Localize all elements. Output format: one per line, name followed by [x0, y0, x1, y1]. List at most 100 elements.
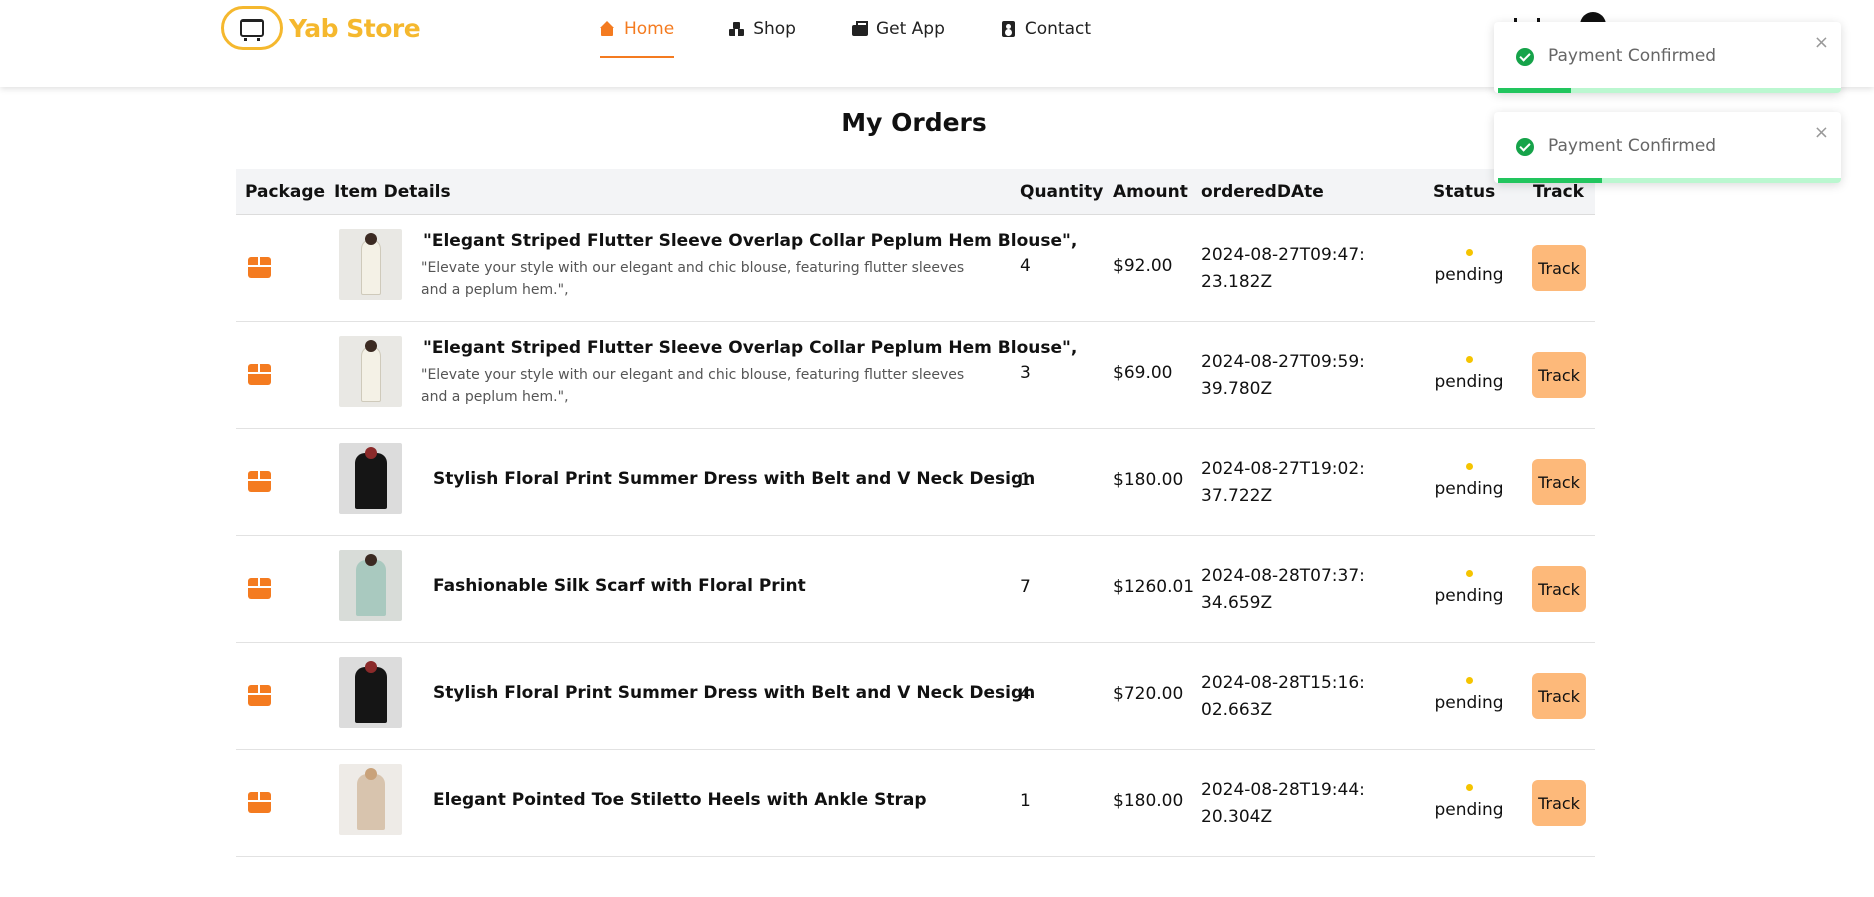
amount: $180.00 [1113, 791, 1184, 811]
product-image[interactable] [339, 229, 402, 300]
product-image[interactable] [339, 443, 402, 514]
ordered-date: 2024-08-28T07:37:34.659Z [1201, 566, 1365, 613]
package-icon [248, 257, 271, 278]
col-ordered-date: orderedDAte [1201, 182, 1324, 202]
package-icon [248, 471, 271, 492]
status-dot-icon [1465, 356, 1473, 363]
item-title: Stylish Floral Print Summer Dress with B… [433, 683, 1036, 703]
item-title: Elegant Pointed Toe Stiletto Heels with … [433, 790, 927, 810]
status-text: pending [1434, 479, 1504, 499]
toast-message: Payment Confirmed [1548, 136, 1717, 156]
item-description: "Elevate your style with our elegant and… [421, 260, 965, 298]
amount: $69.00 [1113, 363, 1173, 383]
nav-contact[interactable]: Contact [1001, 0, 1091, 58]
home-icon [600, 21, 616, 37]
cart-logo-icon [221, 6, 283, 50]
status-dot-icon [1465, 677, 1473, 684]
toast-notification: Payment Confirmed × [1494, 22, 1841, 93]
product-image[interactable] [339, 657, 402, 728]
product-image[interactable] [339, 550, 402, 621]
package-icon [248, 792, 271, 813]
toast-message: Payment Confirmed [1548, 46, 1717, 66]
orders-table: Package Item Details Quantity Amount ord… [236, 169, 1595, 857]
table-row: Elegant Pointed Toe Stiletto Heels with … [236, 750, 1595, 857]
shapes-icon [729, 21, 745, 37]
status-text: pending [1434, 693, 1504, 713]
nav-shop-label: Shop [753, 19, 796, 39]
quantity: 7 [1020, 577, 1031, 597]
table-row: Stylish Floral Print Summer Dress with B… [236, 643, 1595, 750]
quantity: 4 [1020, 684, 1031, 704]
close-icon[interactable]: × [1814, 32, 1829, 53]
status-badge: pending [1429, 784, 1509, 820]
col-quantity: Quantity [1020, 182, 1104, 202]
close-icon[interactable]: × [1814, 122, 1829, 143]
quantity: 4 [1020, 256, 1031, 276]
status-badge: pending [1429, 570, 1509, 606]
ordered-date: 2024-08-28T19:44:20.304Z [1201, 780, 1365, 827]
check-circle-icon [1516, 138, 1534, 156]
logo-text: Yab Store [289, 13, 421, 43]
toast-progress-bar [1498, 88, 1571, 93]
track-button[interactable]: Track [1532, 245, 1586, 291]
quantity: 1 [1020, 791, 1031, 811]
status-dot-icon [1465, 463, 1473, 470]
product-image[interactable] [339, 336, 402, 407]
track-button[interactable]: Track [1532, 566, 1586, 612]
status-badge: pending [1429, 463, 1509, 499]
store-logo[interactable]: Yab Store [221, 5, 421, 51]
quantity: 1 [1020, 470, 1031, 490]
status-dot-icon [1465, 784, 1473, 791]
table-row: Stylish Floral Print Summer Dress with B… [236, 429, 1595, 536]
package-icon [248, 578, 271, 599]
col-package: Package [245, 182, 326, 202]
nav-get-app-label: Get App [875, 19, 945, 39]
nav-contact-label: Contact [1024, 19, 1092, 39]
amount: $720.00 [1113, 684, 1184, 704]
nav-shop[interactable]: Shop [729, 0, 796, 58]
item-title: Fashionable Silk Scarf with Floral Print [433, 576, 806, 596]
status-text: pending [1434, 586, 1504, 606]
main-nav: Home Shop Get App Contact [600, 0, 1091, 58]
amount: $92.00 [1113, 256, 1173, 276]
toast-progress-bar [1498, 178, 1603, 183]
ordered-date: 2024-08-27T09:47:23.182Z [1201, 245, 1365, 292]
status-badge: pending [1429, 677, 1509, 713]
toast-notification: Payment Confirmed × [1494, 112, 1841, 183]
status-badge: pending [1429, 356, 1509, 392]
table-row: "Elegant Striped Flutter Sleeve Overlap … [236, 215, 1595, 322]
quantity: 3 [1020, 363, 1031, 383]
package-icon [248, 364, 271, 385]
amount: $1260.01 [1113, 577, 1195, 597]
status-text: pending [1434, 265, 1504, 285]
status-dot-icon [1465, 249, 1473, 256]
table-row: "Elegant Striped Flutter Sleeve Overlap … [236, 322, 1595, 429]
track-button[interactable]: Track [1532, 673, 1586, 719]
status-dot-icon [1465, 570, 1473, 577]
track-button[interactable]: Track [1532, 459, 1586, 505]
ordered-date: 2024-08-27T09:59:39.780Z [1201, 352, 1365, 399]
ordered-date: 2024-08-28T15:16:02.663Z [1201, 673, 1365, 720]
item-title: Stylish Floral Print Summer Dress with B… [433, 469, 1036, 489]
nav-get-app[interactable]: Get App [851, 0, 945, 58]
item-description: "Elevate your style with our elegant and… [421, 367, 965, 405]
amount: $180.00 [1113, 470, 1184, 490]
check-circle-icon [1516, 48, 1534, 66]
status-text: pending [1434, 800, 1504, 820]
nav-home[interactable]: Home [600, 0, 675, 58]
col-item-details: Item Details [334, 182, 451, 202]
track-button[interactable]: Track [1532, 352, 1586, 398]
nav-home-label: Home [624, 19, 675, 39]
table-row: Fashionable Silk Scarf with Floral Print… [236, 536, 1595, 643]
product-image[interactable] [339, 764, 402, 835]
status-badge: pending [1429, 249, 1509, 285]
col-status: Status [1433, 182, 1496, 202]
col-amount: Amount [1113, 182, 1188, 202]
item-title: "Elegant Striped Flutter Sleeve Overlap … [423, 231, 1078, 251]
track-button[interactable]: Track [1532, 780, 1586, 826]
item-title: "Elegant Striped Flutter Sleeve Overlap … [423, 338, 1078, 358]
table-header: Package Item Details Quantity Amount ord… [236, 169, 1595, 215]
ordered-date: 2024-08-27T19:02:37.722Z [1201, 459, 1365, 506]
status-text: pending [1434, 372, 1504, 392]
app-icon [851, 21, 868, 37]
